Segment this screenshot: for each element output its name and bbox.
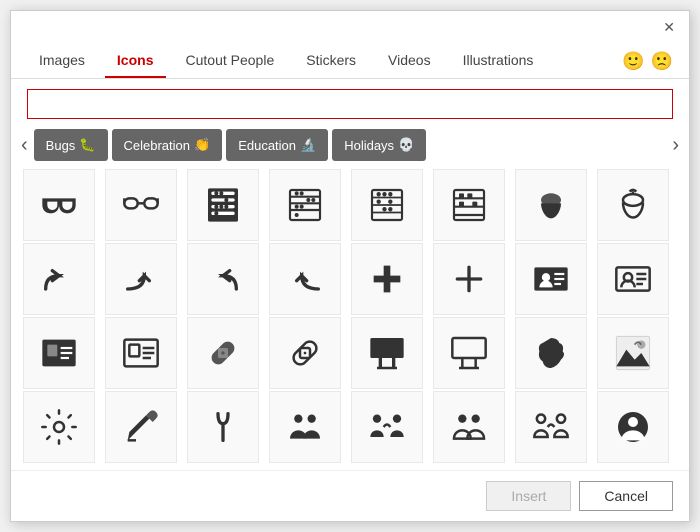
icon-abacus-connect[interactable]: [433, 169, 505, 241]
icon-3d-glasses-solid[interactable]: [23, 169, 95, 241]
icon-arrow-curve-right[interactable]: [23, 243, 95, 315]
category-bugs[interactable]: Bugs 🐛: [34, 129, 108, 161]
close-button[interactable]: ✕: [657, 17, 681, 38]
category-celebration-label: Celebration: [124, 138, 191, 153]
icon-africa-solid[interactable]: [515, 317, 587, 389]
next-category-button[interactable]: ›: [666, 130, 685, 161]
icons-area: [11, 165, 689, 470]
icon-people-group2[interactable]: [433, 391, 505, 463]
prev-category-button[interactable]: ‹: [15, 130, 34, 161]
icons-grid: [23, 169, 677, 463]
icon-people-link[interactable]: [351, 391, 423, 463]
holidays-emoji: 💀: [398, 137, 414, 153]
tab-bar: Images Icons Cutout People Stickers Vide…: [11, 44, 689, 79]
footer: Insert Cancel: [11, 470, 689, 521]
icon-sun-sparkle[interactable]: [23, 391, 95, 463]
happy-emoji[interactable]: 🙂: [622, 51, 644, 72]
icon-contact-card-solid[interactable]: [515, 243, 587, 315]
icon-abacus-dots[interactable]: [351, 169, 423, 241]
tab-stickers[interactable]: Stickers: [294, 44, 368, 78]
icon-pencil[interactable]: [105, 391, 177, 463]
tab-images[interactable]: Images: [27, 44, 97, 78]
icon-arrow-curve-right2[interactable]: [105, 243, 177, 315]
icon-people-link2[interactable]: [515, 391, 587, 463]
dialog: ✕ Images Icons Cutout People Stickers Vi…: [10, 10, 690, 522]
icon-billboard-solid[interactable]: [351, 317, 423, 389]
tab-icons[interactable]: Icons: [105, 44, 166, 78]
bugs-emoji: 🐛: [79, 137, 95, 153]
icon-tuning-fork[interactable]: [187, 391, 259, 463]
icon-acorn-solid[interactable]: [515, 169, 587, 241]
cancel-button[interactable]: Cancel: [579, 481, 673, 511]
icon-3d-glasses-outline[interactable]: [105, 169, 177, 241]
celebration-emoji: 👏: [194, 137, 210, 153]
category-celebration[interactable]: Celebration 👏: [112, 129, 223, 161]
category-education[interactable]: Education 🔬: [226, 129, 328, 161]
tab-videos[interactable]: Videos: [376, 44, 443, 78]
icon-person-circle[interactable]: [597, 391, 669, 463]
icon-abacus-grid[interactable]: [269, 169, 341, 241]
icon-acorn-outline[interactable]: [597, 169, 669, 241]
insert-button[interactable]: Insert: [486, 481, 571, 511]
icon-landscape-solid[interactable]: [597, 317, 669, 389]
icon-contact-card-outline[interactable]: [597, 243, 669, 315]
category-holidays-label: Holidays: [344, 138, 394, 153]
tab-illustrations[interactable]: Illustrations: [451, 44, 546, 78]
emoji-tabs: 🙂 🙁: [622, 51, 673, 72]
icon-arrow-curve-left2[interactable]: [269, 243, 341, 315]
icon-id-card-outline[interactable]: [105, 317, 177, 389]
category-holidays[interactable]: Holidays 💀: [332, 129, 426, 161]
icon-abacus-solid[interactable]: [187, 169, 259, 241]
icon-bandage-solid[interactable]: [187, 317, 259, 389]
search-area: [11, 79, 689, 129]
sad-emoji[interactable]: 🙁: [651, 51, 673, 72]
category-education-label: Education: [238, 138, 296, 153]
category-bugs-label: Bugs: [46, 138, 76, 153]
categories: Bugs 🐛 Celebration 👏 Education 🔬 Holiday…: [34, 129, 667, 161]
icon-people-group[interactable]: [269, 391, 341, 463]
icon-billboard-outline[interactable]: [433, 317, 505, 389]
categories-row: ‹ Bugs 🐛 Celebration 👏 Education 🔬 Holid…: [11, 129, 689, 161]
icon-plus-thin[interactable]: [433, 243, 505, 315]
tab-cutout-people[interactable]: Cutout People: [174, 44, 287, 78]
title-bar: ✕: [11, 11, 689, 44]
icon-bandage-outline[interactable]: [269, 317, 341, 389]
icon-plus-thick[interactable]: [351, 243, 423, 315]
icon-id-card-solid[interactable]: [23, 317, 95, 389]
icon-arrow-curve-left[interactable]: [187, 243, 259, 315]
search-input[interactable]: [27, 89, 673, 119]
education-emoji: 🔬: [300, 137, 316, 153]
